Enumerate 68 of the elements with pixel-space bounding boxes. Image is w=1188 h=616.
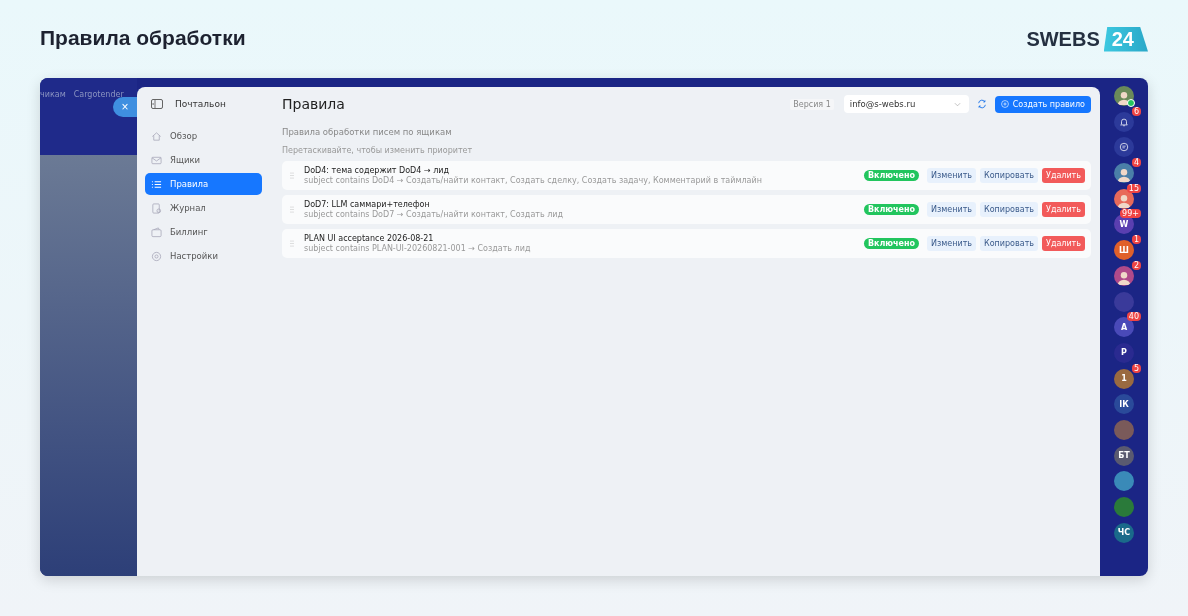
count-badge: 2 [1131, 260, 1141, 270]
workspace-avatar[interactable] [1114, 497, 1134, 517]
copy-button[interactable]: Копировать [980, 202, 1038, 217]
copy-button[interactable]: Копировать [980, 236, 1038, 251]
avatar[interactable] [1114, 163, 1134, 184]
count-badge: 99+ [1120, 209, 1141, 219]
page-title: Правила обработки [40, 26, 246, 51]
edit-button[interactable]: Изменить [927, 202, 977, 217]
rule-description: subject contains DoD4 → Создать/найти контакт, Создать сделку, Создать задачу, Комментарий в таймлайн [304, 176, 763, 185]
workspace-avatar[interactable] [1114, 419, 1134, 440]
background-tab[interactable]: чикам [40, 90, 66, 99]
sidebar-item[interactable]: Биллинг [145, 221, 262, 243]
avatar[interactable] [1114, 86, 1134, 106]
edit-button[interactable]: Изменить [927, 236, 977, 251]
home-icon [151, 130, 162, 142]
workspace-avatar[interactable]: ЧС [1114, 522, 1134, 543]
logo: SWEBS 24 [1026, 26, 1148, 52]
copy-button[interactable]: Копировать [980, 168, 1038, 183]
chevron-down-icon [953, 102, 961, 107]
sidebar-item[interactable]: Ящики [145, 149, 262, 171]
edit-button[interactable]: Изменить [927, 168, 977, 183]
page-heading: Правила [282, 96, 345, 112]
wallet-icon [151, 226, 162, 238]
avatar[interactable] [1114, 265, 1134, 286]
sidebar-item[interactable]: Обзор [145, 125, 262, 147]
notification-bell-icon[interactable] [1114, 111, 1134, 132]
sidebar-item[interactable]: Журнал [145, 197, 262, 219]
plus-circle-icon [1000, 100, 1009, 108]
hint-text: Перетаскивайте, чтобы изменить приоритет [282, 146, 474, 155]
workspace-avatar[interactable]: ІК [1114, 394, 1134, 415]
settings-icon [151, 250, 162, 262]
list-icon [151, 178, 162, 190]
rule-title: DoD4: тема содержит DoD4 → лид [304, 166, 450, 175]
workspace-avatar[interactable]: Р [1114, 342, 1134, 363]
rule-card[interactable]: DoD4: тема содержит DoD4 → лид subject contains DoD4 → Создать/найти контакт, Создать сделку, Создать задачу, Комментарий в таймлайн Включено Изменить Копировать Удалить [282, 161, 1091, 190]
count-badge: 1 [1131, 235, 1141, 245]
count-badge: 5 [1131, 363, 1141, 373]
workspace-avatar[interactable]: Ш [1114, 240, 1134, 261]
status-badge: Включено [863, 170, 920, 181]
document-icon [151, 202, 162, 214]
workspace-avatar[interactable] [1114, 471, 1134, 492]
sidebar-item[interactable]: Правила [145, 173, 262, 195]
sidebar-item[interactable]: Настройки [145, 245, 262, 267]
close-button[interactable]: × [113, 97, 137, 117]
rule-description: subject contains PLAN-UI-20260821-001 → Создать лид [304, 244, 532, 253]
rule-card[interactable]: DoD7: LLM саммари+телефон subject contains DoD7 → Создать/найти контакт, Создать лид Включено Изменить Копировать Удалить [282, 195, 1091, 224]
rule-title: DoD7: LLM саммари+телефон [304, 200, 431, 209]
chat-icon[interactable] [1114, 137, 1134, 158]
count-badge: 15 [1126, 183, 1141, 193]
count-badge: 6 [1131, 106, 1141, 116]
count-badge: 4 [1131, 158, 1141, 168]
app-name: Почтальон [175, 99, 226, 109]
envelope-icon [151, 154, 162, 166]
count-badge: 40 [1126, 312, 1141, 322]
create-rule-button[interactable]: Создать правило [994, 95, 1091, 113]
status-badge: Включено [863, 238, 920, 249]
status-badge: Включено [863, 204, 920, 215]
sidebar-toggle-icon[interactable] [151, 99, 163, 109]
rule-description: subject contains DoD7 → Создать/найти контакт, Создать лид [304, 210, 565, 219]
version-label: Версия 1 [790, 98, 834, 110]
refresh-icon[interactable] [976, 99, 987, 109]
subtitle: Правила обработки писем по ящикам [282, 127, 453, 137]
workspace-avatar[interactable]: 1 [1114, 368, 1134, 389]
mailbox-select[interactable]: info@s-webs.ru [843, 95, 969, 113]
rule-title: PLAN UI acceptance 2026-08-21 [304, 234, 435, 243]
background-tab[interactable]: Cargotender [73, 90, 124, 99]
rule-card[interactable]: PLAN UI acceptance 2026-08-21 subject contains PLAN-UI-20260821-001 → Создать лид Включено Изменить Копировать Удалить [282, 229, 1091, 258]
workspace-avatar[interactable]: БТ [1114, 445, 1134, 466]
